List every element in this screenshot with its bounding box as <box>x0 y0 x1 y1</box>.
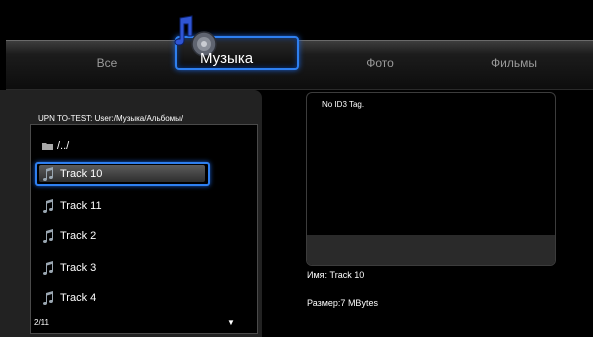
tab-music-label: Музыка <box>200 50 254 67</box>
folder-icon <box>42 143 53 150</box>
media-player-screen: Все Фото Фильмы Музыка UPN TO-TEST: User… <box>0 0 593 337</box>
music-note-icon <box>43 261 53 275</box>
music-note-icon <box>43 291 53 305</box>
music-note-icon <box>43 229 53 243</box>
list-item-label: Track 11 <box>60 200 102 212</box>
tab-films[interactable]: Фильмы <box>454 56 574 70</box>
list-item-label: Track 4 <box>60 292 97 304</box>
path-breadcrumb: UPN TO-TEST: User:/Музыка/Альбомы/ <box>38 114 184 123</box>
list-item-track-11[interactable]: Track 11 <box>42 196 102 216</box>
track-size-info: Размер:7 MBytes <box>307 298 378 308</box>
music-note-icon <box>43 199 53 213</box>
list-item-label: Track 2 <box>60 230 97 242</box>
list-item-track-3[interactable]: Track 3 <box>42 258 96 278</box>
tab-photo[interactable]: Фото <box>320 56 440 70</box>
list-item-parent-folder[interactable]: /../ <box>42 136 69 156</box>
music-note-icon <box>43 167 53 181</box>
page-counter: 2/11 <box>34 318 49 327</box>
track-name-info: Имя: Track 10 <box>307 270 365 280</box>
list-item-label: Track 10 <box>60 168 103 180</box>
id3-tag-status: No ID3 Tag. <box>322 100 365 109</box>
track-info-panel <box>306 92 556 266</box>
list-item-label: /../ <box>57 140 70 152</box>
tab-all[interactable]: Все <box>47 56 167 70</box>
scroll-down-icon[interactable]: ▼ <box>227 318 235 327</box>
list-item-track-4[interactable]: Track 4 <box>42 288 96 308</box>
list-item-track-10[interactable]: Track 10 <box>42 164 102 184</box>
list-item-track-2[interactable]: Track 2 <box>42 226 96 246</box>
info-panel-footer <box>307 235 555 265</box>
category-tab-bar: Все Фото Фильмы <box>6 40 593 90</box>
list-item-label: Track 3 <box>60 262 97 274</box>
